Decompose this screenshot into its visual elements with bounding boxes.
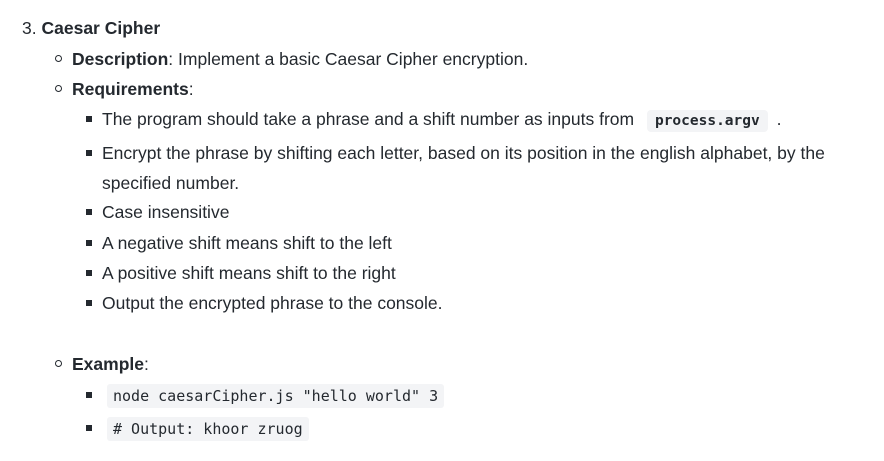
requirement-text: Encrypt the phrase by shifting each lett… (102, 143, 825, 163)
requirement-item: A positive shift means shift to the righ… (102, 258, 396, 288)
example-colon: : (143, 354, 149, 374)
square-bullet-icon (86, 270, 92, 276)
requirement-text: A negative shift means shift to the left (102, 233, 392, 253)
code-snippet: node caesarCipher.js "hello world" 3 (107, 384, 445, 408)
requirement-text: The program should take a phrase and a s… (102, 109, 635, 129)
section-title: Caesar Cipher (41, 18, 161, 38)
requirements-colon: : (188, 79, 194, 99)
requirement-item: Encrypt the phrase by shifting each lett… (102, 138, 825, 168)
example-heading: Example: (72, 349, 149, 379)
requirement-item: Case insensitive (102, 197, 229, 227)
description-label: Description (72, 49, 169, 69)
description-text: Implement a basic Caesar Cipher encrypti… (173, 49, 529, 69)
square-bullet-icon (86, 116, 92, 122)
example-label: Example (72, 354, 144, 374)
square-bullet-icon (86, 300, 92, 306)
circle-bullet-icon (55, 360, 62, 367)
example-item: # Output: khoor zruog (107, 413, 309, 444)
code-snippet: # Output: khoor zruog (107, 417, 309, 441)
section-heading: 3. Caesar Cipher (22, 13, 160, 43)
requirement-suffix: . (776, 109, 782, 129)
requirement-text: A positive shift means shift to the righ… (102, 263, 396, 283)
requirement-item: The program should take a phrase and a s… (102, 104, 781, 136)
requirement-item: Output the encrypted phrase to the conso… (102, 288, 443, 318)
requirement-text: Output the encrypted phrase to the conso… (102, 293, 443, 313)
square-bullet-icon (86, 150, 92, 156)
square-bullet-icon (86, 240, 92, 246)
requirement-item-continuation: specified number. (102, 168, 239, 198)
square-bullet-icon (86, 209, 92, 215)
square-bullet-icon (86, 392, 92, 398)
example-item: node caesarCipher.js "hello world" 3 (107, 380, 445, 411)
circle-bullet-icon (55, 85, 62, 92)
requirements-label: Requirements (72, 79, 189, 99)
circle-bullet-icon (55, 55, 62, 62)
inline-code: process.argv (646, 110, 768, 132)
section-number: 3. (22, 18, 37, 38)
requirement-item: A negative shift means shift to the left (102, 228, 392, 258)
description-item: Description: Implement a basic Caesar Ci… (72, 44, 528, 74)
square-bullet-icon (86, 425, 92, 431)
requirement-text: specified number. (102, 173, 240, 193)
requirement-text: Case insensitive (102, 202, 230, 222)
requirements-heading: Requirements: (72, 74, 194, 104)
